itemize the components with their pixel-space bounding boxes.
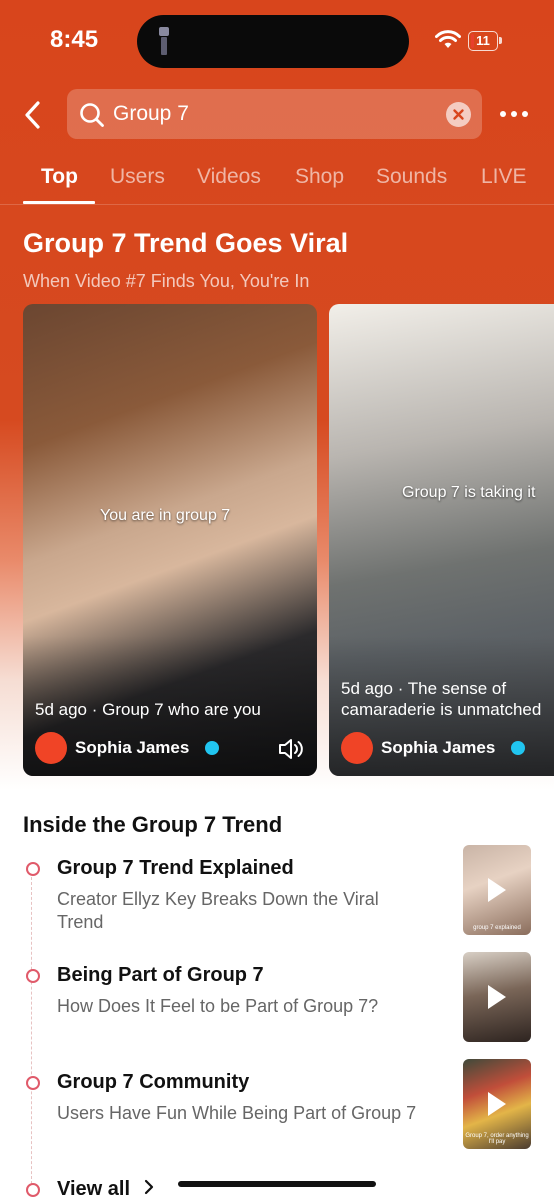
flashlight-icon: [159, 27, 169, 55]
avatar: [35, 732, 67, 764]
hero-subtitle: When Video #7 Finds You, You're In: [23, 271, 310, 291]
item-description: How Does It Feel to be Part of Group 7?: [57, 996, 379, 1016]
more-dot: [511, 111, 517, 117]
more-dot: [500, 111, 506, 117]
tab-videos[interactable]: Videos: [197, 165, 261, 189]
item-title: Being Part of Group 7: [57, 964, 264, 986]
video-overlay-text: Group 7 is taking it: [402, 484, 536, 501]
item-title: Group 7 Community: [57, 1071, 250, 1093]
video-caption: 5d ago · The sense of camaraderie is unm…: [341, 679, 542, 719]
tab-shop[interactable]: Shop: [295, 165, 344, 189]
search-input[interactable]: Group 7: [67, 89, 482, 139]
timeline-line: [31, 872, 32, 1194]
thumbnail-caption: group 7 explained: [473, 925, 521, 931]
verified-badge-icon: [511, 741, 525, 755]
search-query: Group 7: [113, 102, 189, 125]
video-overlay-text: You are in group 7: [100, 507, 231, 524]
battery-percent: 11: [476, 33, 490, 48]
tab-users[interactable]: Users: [110, 165, 165, 189]
chevron-right-icon: [144, 1179, 153, 1195]
timeline-dot: [26, 1183, 40, 1197]
timeline-dot: [26, 862, 40, 876]
more-dot: [522, 111, 528, 117]
hero-title: Group 7 Trend Goes Viral: [23, 228, 349, 258]
more-options-button[interactable]: [500, 104, 530, 124]
dynamic-island: [137, 15, 409, 68]
item-description: Users Have Fun While Being Part of Group…: [57, 1103, 417, 1123]
video-caption: 5d ago · Group 7 who are you: [35, 700, 261, 719]
timeline-dot: [26, 969, 40, 983]
tab-top[interactable]: Top: [41, 165, 78, 189]
item-description: Creator Ellyz Key Breaks Down the Viral …: [57, 889, 379, 932]
tab-live[interactable]: LIVE: [481, 165, 527, 189]
home-indicator[interactable]: [178, 1181, 376, 1187]
status-time: 8:45: [50, 26, 99, 53]
video-thumbnail[interactable]: Group 7, order anything I'll pay: [463, 1059, 531, 1149]
timeline-dot: [26, 1076, 40, 1090]
back-button[interactable]: [18, 96, 50, 134]
view-all-link[interactable]: View all: [57, 1178, 156, 1201]
video-card[interactable]: You are in group 7 5d ago · Group 7 who …: [23, 304, 317, 776]
speaker-icon[interactable]: [277, 736, 305, 762]
wifi-icon: [435, 30, 461, 48]
verified-badge-icon: [205, 741, 219, 755]
clear-search-button[interactable]: [446, 102, 471, 127]
thumbnail-caption: Group 7, order anything I'll pay: [465, 1133, 529, 1145]
battery-icon: 11: [468, 31, 498, 51]
section-title: Inside the Group 7 Trend: [23, 812, 283, 837]
author-name: Sophia James: [381, 738, 496, 757]
close-icon: [453, 109, 464, 120]
play-icon: [488, 1092, 506, 1116]
play-icon: [488, 985, 506, 1009]
tab-sounds[interactable]: Sounds: [376, 165, 447, 189]
view-all-label: View all: [57, 1178, 131, 1200]
search-icon: [80, 103, 104, 127]
video-card[interactable]: Group 7 is taking it 5d ago · The sense …: [329, 304, 554, 776]
author-name: Sophia James: [75, 738, 190, 757]
play-icon: [488, 878, 506, 902]
item-title: Group 7 Trend Explained: [57, 857, 294, 879]
video-thumbnail[interactable]: [463, 952, 531, 1042]
battery-tip: [499, 37, 502, 44]
video-thumbnail[interactable]: group 7 explained: [463, 845, 531, 935]
avatar: [341, 732, 373, 764]
tab-divider: [0, 204, 554, 205]
chevron-left-icon: [25, 101, 40, 129]
